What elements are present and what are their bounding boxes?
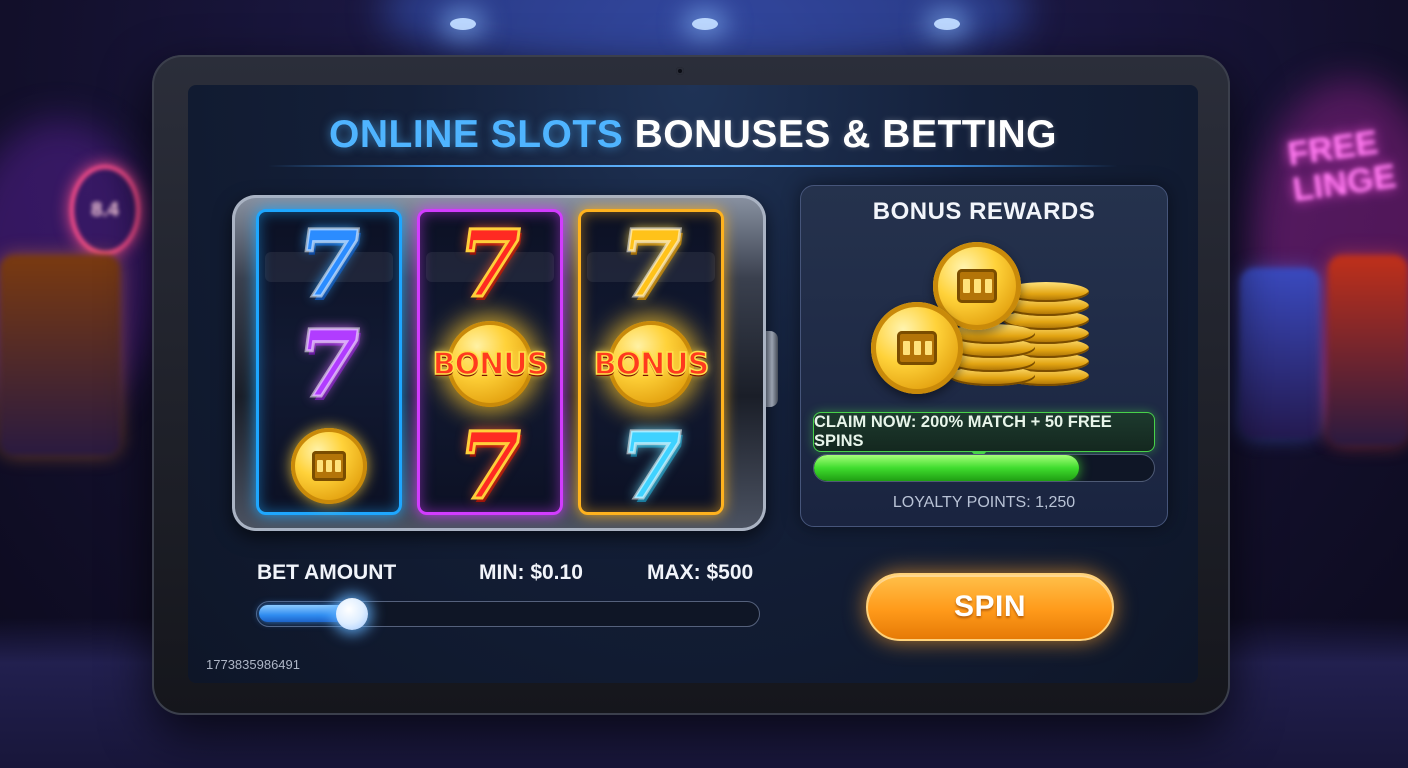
bg-arcade-machine-right xyxy=(1240,268,1320,438)
bonus-coin-icon: BONUS xyxy=(581,316,721,412)
slot-lever-handle[interactable] xyxy=(766,331,778,407)
claim-bonus-button[interactable]: CLAIM NOW: 200% MATCH + 50 FREE SPINS xyxy=(813,412,1155,452)
bet-amount-label: BET AMOUNT xyxy=(257,561,397,584)
loyalty-progress-fill xyxy=(814,455,1080,481)
bonus-label: BONUS xyxy=(432,346,549,383)
bonus-coin-icon: BONUS xyxy=(420,316,560,412)
title-highlight: ONLINE SLOTS xyxy=(329,113,624,156)
blue-seven-symbol: 7 xyxy=(259,209,399,320)
bonus-label: BONUS xyxy=(593,346,710,383)
seven-icon: 7 xyxy=(449,209,531,320)
bg-arcade-machine-right-2 xyxy=(1328,255,1408,445)
seven-icon: 7 xyxy=(610,411,692,522)
bet-amount-slider[interactable] xyxy=(256,598,760,630)
bg-neon-circle-text: 8.4 xyxy=(91,198,119,221)
app-screen: ONLINE SLOTS BONUSES & BETTING 7 7 7 BON… xyxy=(188,85,1198,683)
seven-icon: 7 xyxy=(610,209,692,320)
bet-slider-handle[interactable] xyxy=(336,598,369,630)
reel-1: 7 7 xyxy=(256,209,402,515)
gold-seven-symbol: 7 xyxy=(581,209,721,320)
serial-number: 1773835986491 xyxy=(206,657,300,672)
bet-max-label: MAX: $500 xyxy=(647,561,754,584)
tablet-device: ONLINE SLOTS BONUSES & BETTING 7 7 7 BON… xyxy=(152,55,1230,715)
title-divider xyxy=(268,165,1118,167)
loyalty-points-text: LOYALTY POINTS: 1,250 xyxy=(892,494,1076,511)
reel-2: 7 BONUS 7 xyxy=(417,209,563,522)
gold-coin-icon xyxy=(871,302,963,394)
slot-machine-icon xyxy=(312,451,346,481)
bonus-symbol: BONUS xyxy=(420,316,560,412)
seven-icon: 7 xyxy=(288,209,370,320)
cyan-seven-symbol: 7 xyxy=(581,411,721,522)
spin-button[interactable]: SPIN xyxy=(866,573,1114,641)
ceiling-light xyxy=(450,18,476,30)
gold-coin-icon xyxy=(291,428,367,504)
loyalty-progress-bar xyxy=(813,454,1155,482)
reel-3: 7 BONUS 7 xyxy=(578,209,724,522)
bonus-rewards-panel: BONUS REWARDS CLAIM NOW: 200% MATCH + 50… xyxy=(800,185,1168,527)
bg-neon-sign-right: FREE LINGE xyxy=(1285,123,1405,209)
ceiling-light xyxy=(934,18,960,30)
camera-icon xyxy=(676,67,684,75)
purple-seven-symbol: 7 xyxy=(259,309,399,420)
slot-machine-icon xyxy=(957,269,997,303)
bet-min-label: MIN: $0.10 xyxy=(479,561,583,584)
red-seven-symbol: 7 xyxy=(420,411,560,522)
coin-stack-icon xyxy=(871,242,1101,402)
slot-machine: 7 7 7 BONUS 7 7 BONUS 7 xyxy=(232,195,766,531)
slot-machine-icon xyxy=(897,331,937,365)
bonus-rewards-title: BONUS REWARDS xyxy=(872,198,1096,225)
seven-icon: 7 xyxy=(288,309,370,420)
bonus-symbol: BONUS xyxy=(581,316,721,412)
bg-arcade-machine-left xyxy=(0,255,120,455)
ceiling-light xyxy=(692,18,718,30)
red-seven-symbol: 7 xyxy=(420,209,560,320)
page-title: ONLINE SLOTS BONUSES & BETTING xyxy=(188,113,1198,157)
seven-icon: 7 xyxy=(449,411,531,522)
gold-coin-symbol xyxy=(259,418,399,514)
title-rest: BONUSES & BETTING xyxy=(634,113,1057,156)
bg-neon-circle: 8.4 xyxy=(70,165,140,255)
